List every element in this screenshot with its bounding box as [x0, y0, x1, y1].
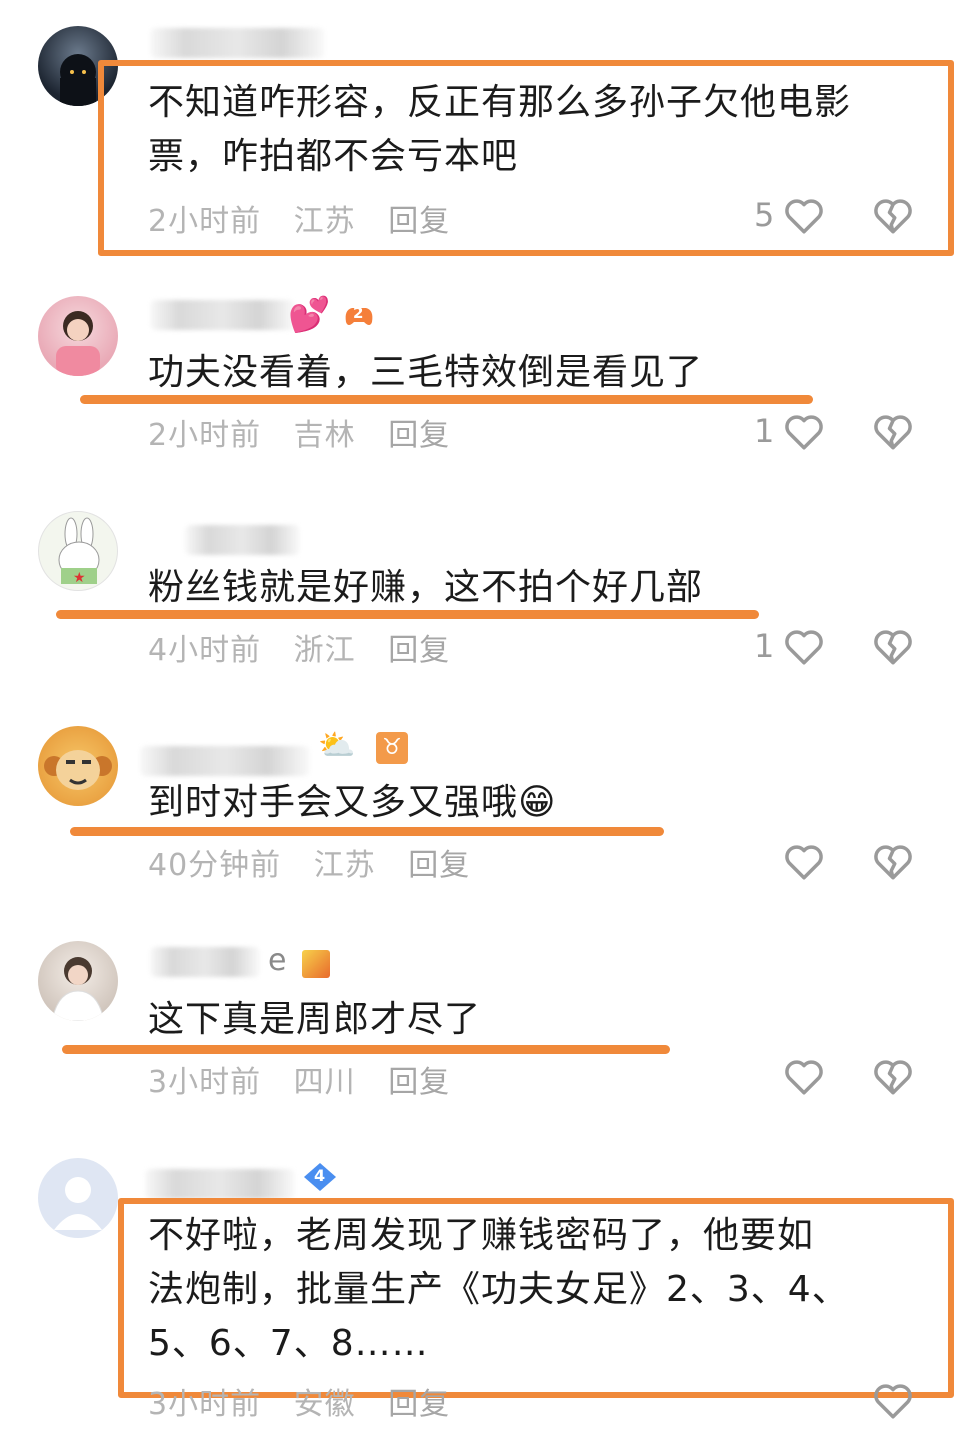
highlight-underline — [80, 395, 813, 404]
avatar[interactable] — [38, 1158, 118, 1238]
comment-meta: 2小时前 江苏 回复 — [148, 196, 472, 240]
broken-heart-icon[interactable] — [872, 196, 914, 236]
comment-location: 江苏 — [293, 204, 356, 239]
heart-outline-icon[interactable] — [783, 842, 825, 882]
username-blurred[interactable] — [150, 947, 260, 977]
comment-text: 这下真是周郎才尽了 — [148, 993, 481, 1047]
broken-heart-icon[interactable] — [872, 1057, 914, 1097]
comment-location: 江苏 — [313, 848, 376, 883]
zodiac-badge: ♉ — [376, 732, 408, 764]
comment-item: e 这下真是周郎才尽了 3小时前 四川 回复 — [0, 905, 954, 1125]
girl-photo-avatar-icon — [56, 311, 100, 376]
comment-time: 40分钟前 — [148, 848, 282, 883]
achievement-badge-icon — [302, 950, 330, 978]
comment-text-line: 粉丝钱就是好赚，这不拍个好几部 — [148, 567, 704, 608]
hearts-emoji-icon: 💕 — [288, 295, 331, 335]
monkey-avatar-icon — [44, 750, 112, 790]
avatar[interactable]: ★ — [38, 511, 118, 591]
comment-item: ⛅ ♉ 到时对手会又多又强哦😁 40分钟前 江苏 回复 — [0, 690, 954, 905]
comment-meta: 4小时前 浙江 回复 — [148, 625, 472, 669]
comment-meta: 40分钟前 江苏 回复 — [148, 840, 492, 884]
default-user-avatar-icon — [54, 1177, 102, 1230]
level-badge: 2 — [342, 302, 376, 330]
heart-outline-icon[interactable] — [783, 627, 825, 667]
reply-button[interactable]: 回复 — [388, 633, 450, 668]
like-count: 5 — [754, 196, 775, 234]
comment-text: 功夫没看着，三毛特效倒是看见了 — [148, 346, 703, 400]
username-blurred[interactable] — [140, 746, 310, 776]
reply-button[interactable]: 回复 — [388, 1065, 450, 1100]
comment-text-line: 5、6、7、8…… — [148, 1323, 429, 1364]
comment-item: 4 不好啦，老周发现了赚钱密码了，他要如 法炮制，批量生产《功夫女足》2、3、4… — [0, 1125, 954, 1455]
highlight-underline — [56, 610, 759, 619]
heart-outline-icon[interactable] — [872, 1381, 914, 1421]
comment-time: 3小时前 — [148, 1387, 262, 1422]
comment-text: 到时对手会又多又强哦😁 — [148, 776, 557, 830]
username-blurred[interactable] — [150, 28, 325, 58]
username-blurred[interactable] — [145, 1169, 295, 1199]
svg-text:★: ★ — [73, 570, 86, 586]
rabbit-avatar-icon: ★ — [58, 517, 100, 586]
comment-text-line: 功夫没看着，三毛特效倒是看见了 — [148, 352, 704, 393]
comment-location: 吉林 — [293, 418, 356, 453]
comment-text-line: 这下真是周郎才尽了 — [148, 999, 482, 1040]
level-number: 2 — [353, 304, 364, 322]
comment-meta: 2小时前 吉林 回复 — [148, 410, 472, 454]
reply-button[interactable]: 回复 — [388, 204, 450, 239]
comment-meta: 3小时前 安徽 回复 — [148, 1379, 472, 1423]
comment-text: 不好啦，老周发现了赚钱密码了，他要如 法炮制，批量生产《功夫女足》2、3、4、 … — [148, 1209, 849, 1371]
username-fragment: e — [268, 943, 287, 978]
comment-text-line: 法炮制，批量生产《功夫女足》2、3、4、 — [148, 1269, 849, 1310]
like-count: 1 — [754, 412, 775, 450]
comment-item: 💕 2 功夫没看着，三毛特效倒是看见了 2小时前 吉林 回复 1 — [0, 260, 954, 475]
comment-text-line: 不知道咋形容，反正有那么多孙子欠他电影 — [148, 82, 852, 123]
like-count: 1 — [754, 627, 775, 665]
level-badge: 4 — [302, 1161, 338, 1193]
comment-text: 不知道咋形容，反正有那么多孙子欠他电影 票，咋拍都不会亏本吧 — [148, 76, 851, 184]
level-number: 4 — [314, 1166, 326, 1185]
comment-item: 不知道咋形容，反正有那么多孙子欠他电影 票，咋拍都不会亏本吧 2小时前 江苏 回… — [0, 0, 954, 260]
heart-outline-icon[interactable] — [783, 412, 825, 452]
comment-time: 3小时前 — [148, 1065, 262, 1100]
username-blurred[interactable] — [150, 300, 295, 330]
highlight-underline — [70, 827, 664, 836]
highlight-underline — [62, 1045, 670, 1054]
avatar[interactable] — [38, 296, 118, 376]
comment-item: ★ 粉丝钱就是好赚，这不拍个好几部 4小时前 浙江 回复 1 — [0, 475, 954, 690]
comment-text: 粉丝钱就是好赚，这不拍个好几部 — [148, 561, 703, 615]
comment-meta: 3小时前 四川 回复 — [148, 1057, 472, 1101]
comment-location: 四川 — [293, 1065, 356, 1100]
comment-time: 4小时前 — [148, 633, 262, 668]
heart-outline-icon[interactable] — [783, 196, 825, 236]
comment-location: 浙江 — [293, 633, 356, 668]
avatar[interactable] — [38, 941, 118, 1021]
reply-button[interactable]: 回复 — [388, 418, 450, 453]
comment-text-line: 不好啦，老周发现了赚钱密码了，他要如 — [148, 1215, 815, 1256]
reply-button[interactable]: 回复 — [388, 1387, 450, 1422]
avatar[interactable] — [38, 726, 118, 806]
heart-outline-icon[interactable] — [783, 1057, 825, 1097]
reply-button[interactable]: 回复 — [408, 848, 470, 883]
comment-time: 2小时前 — [148, 204, 262, 239]
broken-heart-icon[interactable] — [872, 627, 914, 667]
comment-text-line: 到时对手会又多又强哦😁 — [148, 782, 557, 823]
username-blurred[interactable] — [185, 525, 300, 555]
comment-text-line: 票，咋拍都不会亏本吧 — [148, 136, 519, 177]
bride-photo-avatar-icon — [51, 957, 105, 1021]
sun-cloud-emoji-icon: ⛅ — [318, 728, 356, 763]
comment-time: 2小时前 — [148, 418, 262, 453]
comment-location: 安徽 — [293, 1387, 356, 1422]
broken-heart-icon[interactable] — [872, 842, 914, 882]
broken-heart-icon[interactable] — [872, 412, 914, 452]
